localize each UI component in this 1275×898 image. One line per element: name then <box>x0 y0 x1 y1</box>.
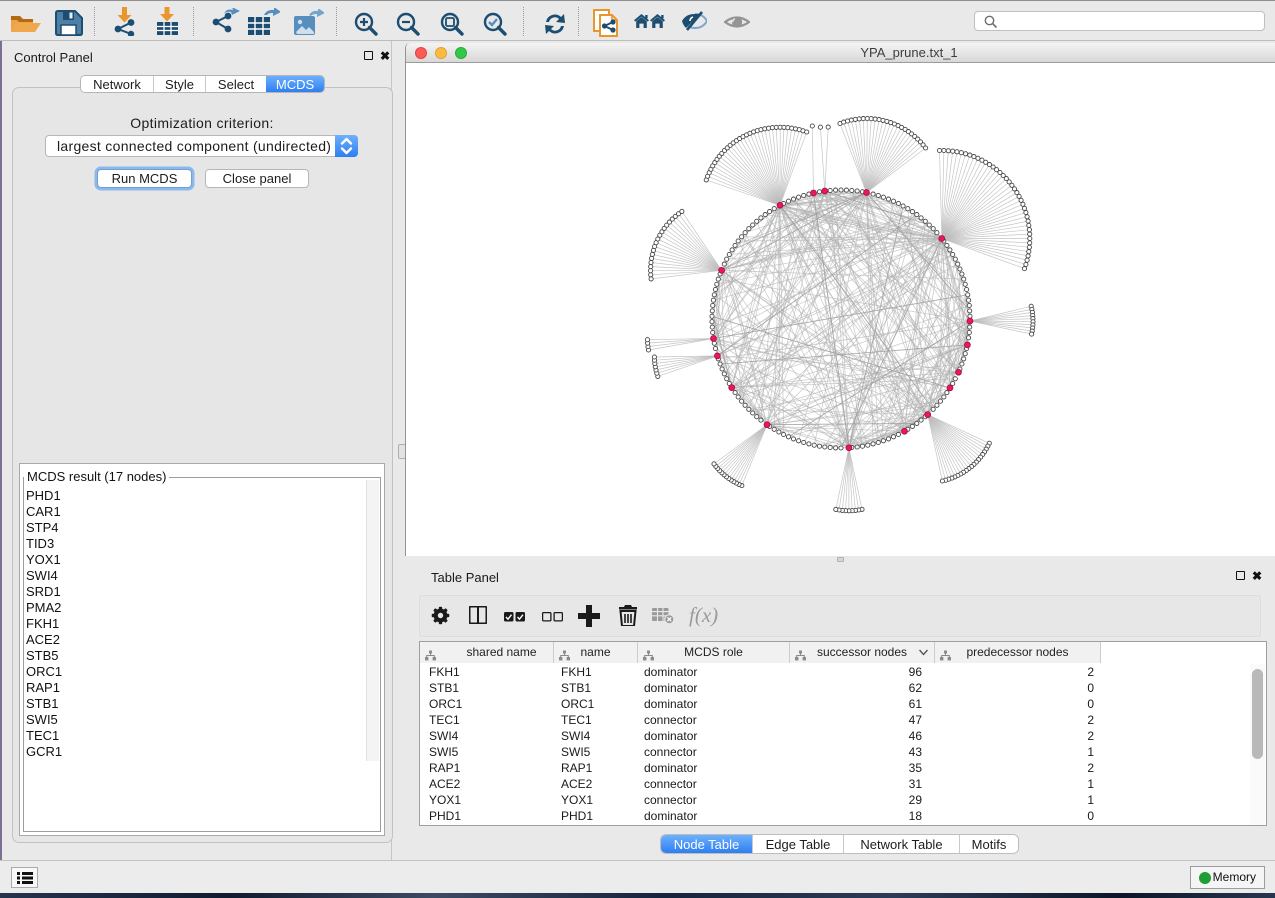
svg-text:f(x): f(x) <box>689 604 718 627</box>
